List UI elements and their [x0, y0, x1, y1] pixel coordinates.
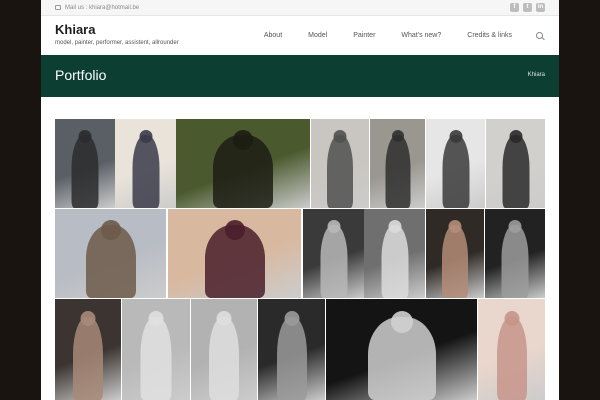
- gallery-photo[interactable]: [55, 119, 115, 208]
- gallery-photo[interactable]: [303, 209, 364, 298]
- photo-figure: [442, 225, 468, 298]
- photo-head: [391, 130, 404, 142]
- gallery-photo[interactable]: [485, 209, 545, 298]
- gallery-photo[interactable]: [426, 119, 485, 208]
- gallery-photo[interactable]: [55, 299, 121, 400]
- gallery-photo[interactable]: [55, 209, 166, 298]
- gallery-photo[interactable]: [258, 299, 325, 400]
- photo-figure: [71, 135, 99, 208]
- portfolio-gallery: [41, 0, 559, 400]
- photo-figure: [442, 135, 469, 208]
- gallery-photo[interactable]: [326, 299, 477, 400]
- photo-figure: [385, 135, 410, 208]
- photo-head: [449, 130, 462, 143]
- gallery-photo[interactable]: [168, 209, 301, 298]
- photo-head: [139, 130, 152, 143]
- photo-figure: [501, 225, 529, 298]
- photo-head: [509, 130, 522, 143]
- photo-figure: [276, 317, 307, 400]
- photo-head: [508, 220, 522, 233]
- gallery-photo[interactable]: [478, 299, 545, 400]
- photo-figure: [73, 317, 103, 400]
- photo-figure: [496, 317, 527, 400]
- gallery-photo[interactable]: [426, 209, 484, 298]
- gallery-photo[interactable]: [115, 119, 176, 208]
- gallery-photo[interactable]: [191, 299, 257, 400]
- photo-figure: [381, 225, 408, 298]
- photo-figure: [327, 135, 353, 208]
- photo-head: [448, 220, 462, 233]
- gallery-photo[interactable]: [364, 209, 425, 298]
- photo-head: [216, 311, 232, 326]
- photo-figure: [140, 317, 172, 400]
- gallery-photo[interactable]: [311, 119, 369, 208]
- photo-head: [390, 311, 413, 333]
- photo-figure: [320, 225, 347, 298]
- photo-head: [100, 220, 121, 240]
- photo-head: [284, 311, 299, 326]
- gallery-photo[interactable]: [122, 299, 190, 400]
- photo-head: [78, 130, 92, 143]
- photo-head: [327, 220, 340, 233]
- photo-figure: [209, 317, 239, 400]
- page: Mail us : khiara@hotmail.be f t in Khiar…: [41, 0, 559, 400]
- photo-head: [333, 130, 347, 143]
- gallery-photo[interactable]: [370, 119, 425, 208]
- photo-head: [148, 311, 164, 326]
- photo-figure: [132, 135, 159, 208]
- gallery-photo[interactable]: [486, 119, 545, 208]
- photo-head: [233, 130, 253, 150]
- gallery-photo[interactable]: [176, 119, 310, 208]
- photo-head: [388, 220, 401, 233]
- photo-head: [504, 311, 519, 326]
- photo-figure: [502, 135, 529, 208]
- photo-head: [224, 220, 245, 240]
- photo-head: [80, 311, 96, 326]
